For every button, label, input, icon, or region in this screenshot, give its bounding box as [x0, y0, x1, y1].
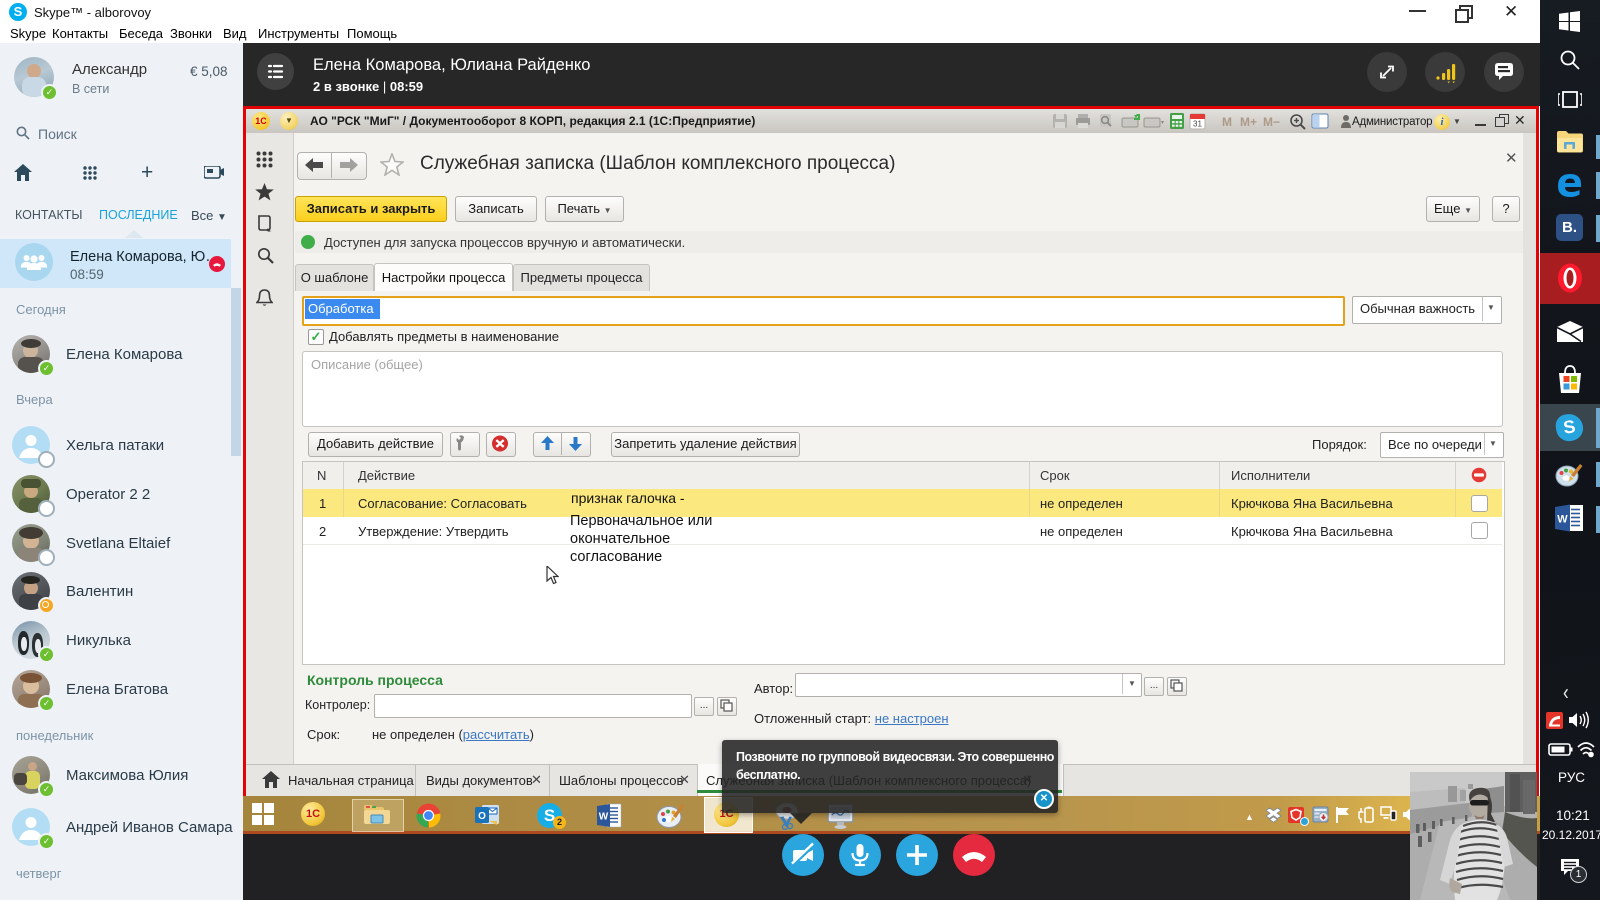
svg-text:W: W: [1557, 514, 1568, 526]
svg-text:O: O: [478, 811, 486, 822]
svg-text:W: W: [599, 812, 609, 823]
svg-text:31: 31: [1193, 120, 1202, 129]
